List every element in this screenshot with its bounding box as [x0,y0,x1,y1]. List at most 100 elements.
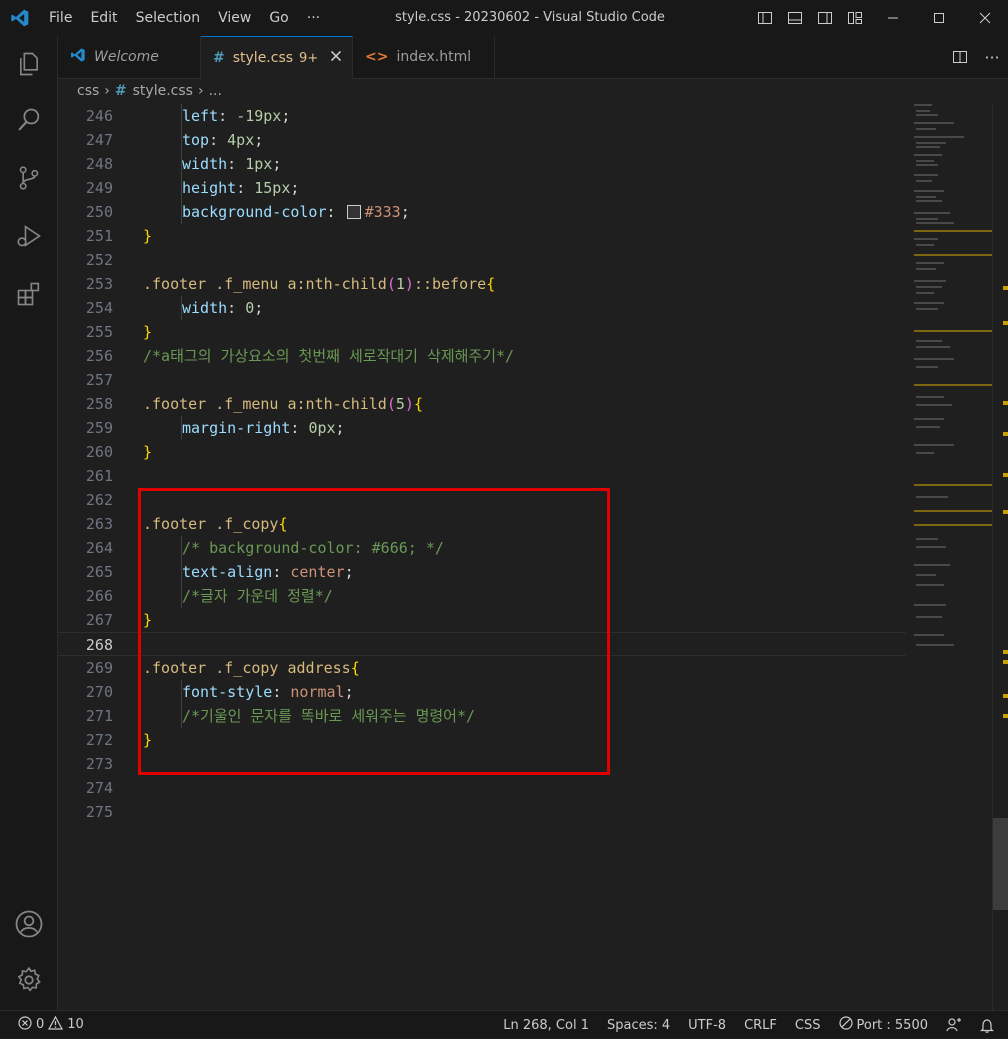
toggle-primary-sidebar-icon[interactable] [750,0,780,36]
css-property: height [182,179,237,197]
line-number: 255 [85,323,113,341]
minimize-icon[interactable] [870,0,916,36]
code-line: 259 margin-right: 0px; [58,416,906,440]
line-number: 275 [85,803,113,821]
close-window-icon[interactable] [962,0,1008,36]
code-line: 256 /*a태그의 가상요소의 첫번째 세로작대기 삭제해주기*/ [58,344,906,368]
vertical-scrollbar[interactable] [992,104,1008,1010]
chevron-right-icon: › [104,83,110,99]
error-icon [18,1015,32,1034]
tab-welcome[interactable]: Welcome [58,36,201,78]
line-number: 252 [85,251,113,269]
warning-marker [1003,401,1008,405]
vscode-logo-icon [0,0,40,36]
line-number: 247 [85,131,113,149]
css-value: -19px [236,107,282,125]
scrollbar-thumb[interactable] [993,818,1008,910]
code-line: 261 [58,464,906,488]
css-property: background-color [182,203,327,221]
vscode-logo-icon [70,47,86,67]
line-number: 249 [85,179,113,197]
menu-edit[interactable]: Edit [81,0,126,36]
warning-marker [1003,473,1008,477]
menu-go[interactable]: Go [260,0,297,36]
code-line: 251} [58,224,906,248]
code-line: 275 [58,800,906,824]
breadcrumb-file[interactable]: style.css [133,83,193,99]
more-actions-icon[interactable]: ··· [976,36,1008,78]
menu-file[interactable]: File [40,0,81,36]
css-property: width [182,155,228,173]
toggle-panel-icon[interactable] [780,0,810,36]
line-number: 266 [85,587,113,605]
live-server-port[interactable]: Port : 5500 [830,1016,938,1034]
line-number: 265 [85,563,113,581]
css-selector-arg: 1 [395,275,405,293]
tab-label: Welcome [94,49,159,65]
problems-indicator[interactable]: 0 10 [0,1015,84,1034]
menu-bar: File Edit Selection View Go ··· [40,0,329,36]
tab-label: index.html [396,49,472,65]
css-value: 1px [245,155,273,173]
code-line: 247 top: 4px; [58,128,906,152]
warning-marker [1003,714,1008,718]
search-icon[interactable] [0,96,57,144]
code-line: 246 left: -19px; [58,104,906,128]
menu-selection[interactable]: Selection [127,0,210,36]
css-value: 15px [254,179,291,197]
settings-gear-icon[interactable] [0,956,57,1004]
color-swatch[interactable] [346,204,361,219]
maximize-icon[interactable] [916,0,962,36]
chevron-right-icon: › [197,83,204,99]
code-line: 250 background-color: #333; [58,200,906,224]
menu-view[interactable]: View [209,0,260,36]
warning-marker [1003,510,1008,514]
run-debug-icon[interactable] [0,212,57,260]
port-label: Port : 5500 [856,1017,929,1033]
code-line: 252 [58,248,906,272]
toggle-secondary-sidebar-icon[interactable] [810,0,840,36]
editor-tab-bar: Welcome # style.css 9+ <> index.html ··· [58,36,1008,79]
close-tab-icon[interactable] [330,50,342,66]
tab-index-html[interactable]: <> index.html [353,36,495,78]
line-number: 263 [85,515,113,533]
code-line: 255} [58,320,906,344]
line-number: 250 [85,203,113,221]
cursor-position[interactable]: Ln 268, Col 1 [494,1018,598,1033]
code-line: 258 .footer .f_menu a:nth-child(5){ [58,392,906,416]
breadcrumb: css › # style.css › ... [58,79,222,103]
minimap[interactable] [910,104,992,664]
line-number: 248 [85,155,113,173]
line-number: 256 [85,347,113,365]
css-value: 0px [308,419,336,437]
code-line: 254 width: 0; [58,296,906,320]
hash-icon: # [114,83,127,99]
customize-layout-icon[interactable] [840,0,870,36]
tab-style-css[interactable]: # style.css 9+ [201,36,353,79]
explorer-icon[interactable] [0,40,57,88]
line-number: 262 [85,491,113,509]
indentation[interactable]: Spaces: 4 [598,1018,679,1033]
breadcrumb-symbol[interactable]: ... [209,83,222,99]
accounts-feedback-icon[interactable] [937,1017,971,1033]
css-property: left [182,107,219,125]
line-number: 271 [85,707,113,725]
code-line: 257 [58,368,906,392]
extensions-icon[interactable] [0,270,57,318]
breadcrumb-folder[interactable]: css [77,83,99,99]
warning-marker [1003,321,1008,325]
line-number: 264 [85,539,113,557]
problems-badge: 9+ [299,50,319,66]
encoding[interactable]: UTF-8 [679,1018,735,1033]
source-control-icon[interactable] [0,154,57,202]
warning-icon [48,1015,64,1034]
line-number: 254 [85,299,113,317]
split-editor-icon[interactable] [944,36,976,78]
account-icon[interactable] [0,900,57,948]
line-number: 257 [85,371,113,389]
css-value: 4px [227,131,255,149]
css-property: width [182,299,228,317]
language-mode[interactable]: CSS [786,1018,830,1033]
end-of-line[interactable]: CRLF [735,1018,786,1033]
notifications-bell-icon[interactable] [971,1018,1008,1033]
